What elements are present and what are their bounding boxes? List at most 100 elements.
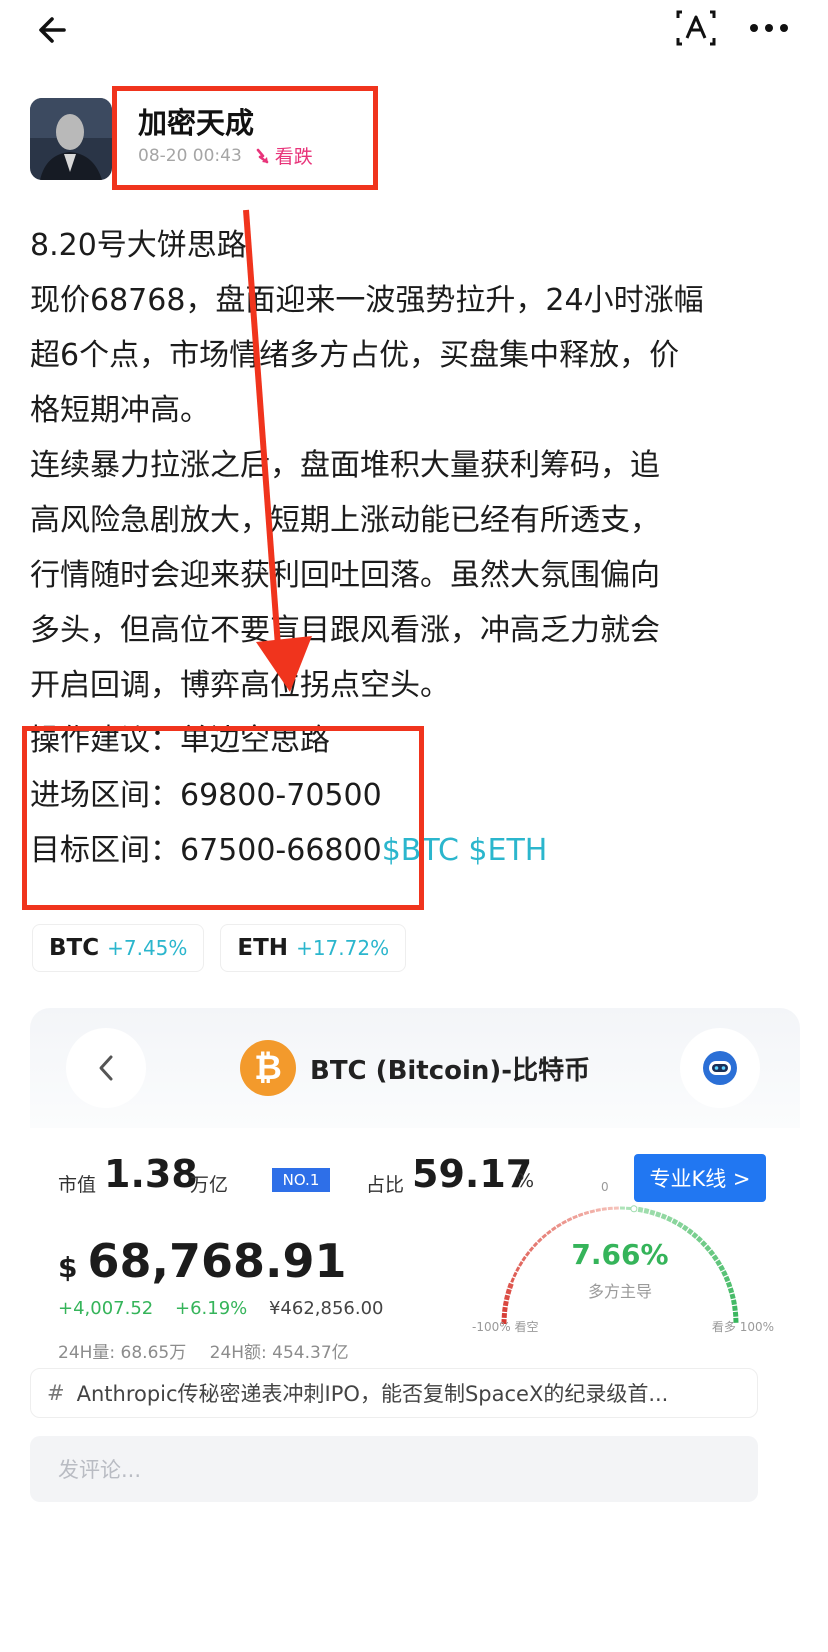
gauge-segment <box>502 1306 508 1313</box>
card-prev-button[interactable] <box>66 1028 146 1108</box>
gauge-segment <box>577 1212 584 1218</box>
gauge-value: 7.66% <box>571 1238 669 1271</box>
gauge-pointer <box>630 1205 638 1213</box>
chip-change: +7.45% <box>107 936 188 960</box>
gauge-segment <box>512 1271 518 1278</box>
price-cny: ¥462,856.00 <box>268 1298 384 1319</box>
gauge-segment <box>583 1210 590 1216</box>
rank-badge: NO.1 <box>272 1168 330 1192</box>
amount-24h: 24H额: 454.37亿 <box>209 1343 349 1363</box>
chip-symbol: ETH <box>237 935 289 961</box>
gauge-segment <box>681 1224 689 1232</box>
gauge-segment <box>671 1218 679 1226</box>
gauge-segment <box>721 1270 728 1277</box>
gauge-segment <box>572 1214 578 1220</box>
top-bar <box>0 0 828 60</box>
gauge-segment <box>515 1266 521 1272</box>
post-line: 现价68768，盘面迎来一波强势拉升，24小时涨幅 <box>30 283 704 318</box>
comment-input[interactable]: 发评论... <box>30 1436 758 1502</box>
coin-name: BTC (Bitcoin)-比特币 <box>310 1055 591 1086</box>
translate-icon <box>676 10 716 46</box>
coin-card-header: ₿ BTC (Bitcoin)-比特币 <box>30 1008 800 1128</box>
gauge-segment <box>556 1222 562 1228</box>
price-row: $ 68,768.91 <box>58 1234 346 1288</box>
gauge-min-label: -100% 看空 <box>472 1320 539 1334</box>
post-line: 连续暴力拉涨之后，盘面堆积大量获利筹码，追 <box>30 448 660 483</box>
gauge-segment <box>655 1211 662 1218</box>
back-button[interactable] <box>34 10 74 50</box>
robot-icon <box>703 1051 737 1085</box>
gauge-segment <box>637 1206 644 1213</box>
gauge-segment <box>546 1229 552 1236</box>
gauge-segment <box>691 1231 699 1239</box>
sentiment-gauge: 0 7.66% 多方主导 -100% 看空 看多 100% <box>470 1176 774 1336</box>
highlight-box-author <box>112 86 378 190</box>
more-dots-icon <box>750 24 788 32</box>
chip-btc[interactable]: BTC +7.45% <box>32 924 205 972</box>
gauge-segment <box>561 1219 567 1225</box>
market-cap-unit: 万亿 <box>190 1174 229 1196</box>
ai-assistant-button[interactable] <box>680 1028 760 1108</box>
post-line: 格短期冲高。 <box>30 393 210 428</box>
coin-chips: BTC +7.45% ETH +17.72% <box>32 924 407 972</box>
post-line: 8.20号大饼思路 <box>30 228 247 263</box>
gauge-segment <box>666 1215 673 1223</box>
market-cap-label: 市值 <box>58 1174 97 1196</box>
gauge-segment <box>507 1282 514 1289</box>
gauge-segment <box>505 1288 512 1295</box>
change-abs: +4,007.52 <box>58 1298 154 1319</box>
post-line: 高风险急剧放大，短期上涨动能已经有所透支， <box>30 503 660 538</box>
gauge-segment <box>510 1277 515 1283</box>
gauge-segment <box>649 1209 656 1216</box>
gauge-segment <box>727 1287 735 1294</box>
gauge-segment <box>676 1221 684 1229</box>
chip-change: +17.72% <box>296 936 390 960</box>
bitcoin-icon: ₿ <box>240 1040 296 1096</box>
chevron-left-icon <box>99 1055 113 1081</box>
post-line: 多头，但高位不要盲目跟风看涨，冲高乏力就会 <box>30 613 660 648</box>
gauge-segment <box>729 1293 736 1300</box>
currency-symbol: $ <box>58 1251 78 1284</box>
gauge-zero-label: 0 <box>601 1180 609 1194</box>
gauge-segment <box>550 1226 557 1232</box>
highlight-box-advice <box>22 726 424 910</box>
related-topic[interactable]: # Anthropic传秘密递表冲刺IPO，能否复制SpaceX的纪录级首... <box>30 1368 758 1418</box>
price-changes: +4,007.52 +6.19% ¥462,856.00 <box>58 1298 384 1319</box>
post-line: 行情随时会迎来获利回吐回落。虽然大氛围偏向 <box>30 558 660 593</box>
gauge-segment <box>589 1209 596 1214</box>
gauge-max-label: 看多 100% <box>711 1320 774 1334</box>
gauge-segment <box>732 1305 738 1311</box>
volume-24h: 24H量: 68.65万 <box>58 1343 187 1363</box>
gauge-segment <box>643 1208 650 1215</box>
gauge-segment <box>504 1294 511 1301</box>
chip-eth[interactable]: ETH +17.72% <box>220 924 407 972</box>
post-line: 超6个点，市场情绪多方占优，买盘集中释放，价 <box>30 338 680 373</box>
gauge-segment <box>725 1281 733 1288</box>
translate-button[interactable] <box>674 8 718 48</box>
gauge-segment <box>595 1208 601 1212</box>
coin-card: ₿ BTC (Bitcoin)-比特币 市值 1.38 万亿 NO.1 占比 5… <box>30 1008 800 1384</box>
author-avatar[interactable] <box>30 98 112 180</box>
gauge-label: 多方主导 <box>587 1282 652 1301</box>
post-line: 开启回调，博弈高位拐点空头。 <box>30 668 450 703</box>
arrow-left-icon <box>39 17 66 43</box>
gauge-segment <box>566 1217 573 1222</box>
gauge-segment <box>723 1275 731 1283</box>
gauge-segment <box>731 1299 737 1306</box>
avatar-image <box>30 98 112 180</box>
gauge-segment <box>502 1300 509 1307</box>
coin-price: 68,768.91 <box>87 1234 347 1288</box>
topic-text: Anthropic传秘密递表冲刺IPO，能否复制SpaceX的纪录级首... <box>76 1382 669 1406</box>
gauge-segment <box>718 1264 726 1272</box>
coin-title[interactable]: ₿ BTC (Bitcoin)-比特币 <box>240 1040 590 1096</box>
gauge-segment <box>686 1228 694 1236</box>
market-cap-value: 1.38 <box>104 1152 198 1196</box>
change-pct: +6.19% <box>174 1298 248 1319</box>
hashtag-icon: # <box>47 1381 65 1405</box>
chip-symbol: BTC <box>49 935 100 961</box>
volume-stats: 24H量: 68.65万 24H额: 454.37亿 <box>58 1338 349 1363</box>
gauge-segment <box>660 1213 668 1220</box>
share-label: 占比 <box>366 1174 405 1196</box>
gauge-segment <box>601 1207 607 1211</box>
more-button[interactable] <box>746 14 792 42</box>
